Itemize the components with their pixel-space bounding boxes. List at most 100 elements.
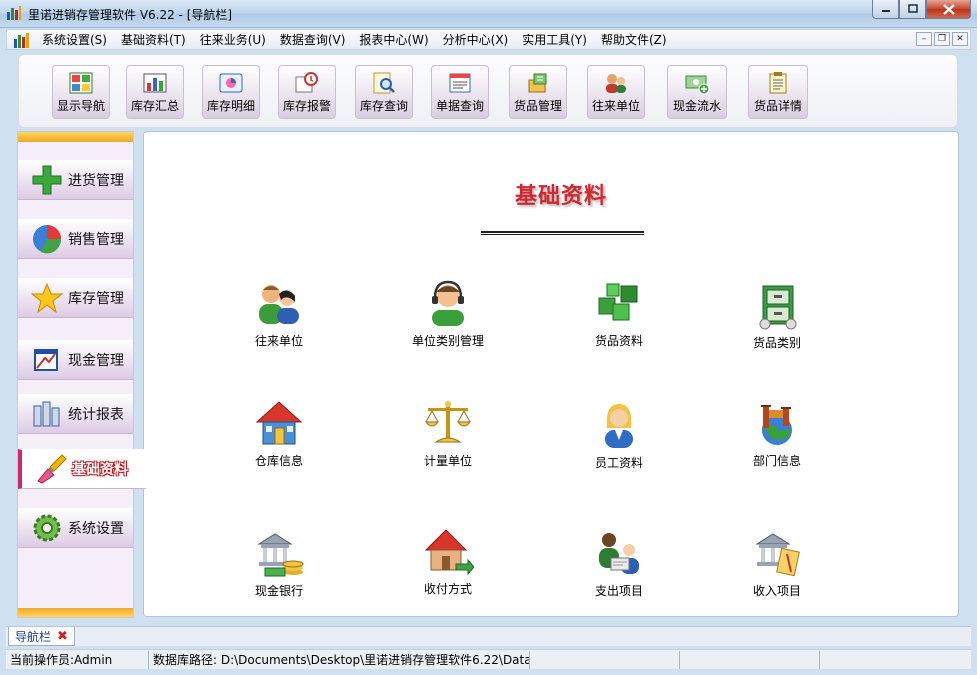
nav-item-basic-data[interactable]: 基础资料 xyxy=(18,449,146,489)
toolbar-label: 库存查询 xyxy=(359,99,408,113)
nav-item-reports[interactable]: 统计报表 xyxy=(18,394,133,434)
nav-item-label: 系统设置 xyxy=(68,521,124,537)
payment-people-icon xyxy=(599,533,639,574)
toolbar-show-navigation-button[interactable]: 显示导航 xyxy=(52,65,110,119)
toolbar-label: 显示导航 xyxy=(56,99,105,113)
cash-document-icon xyxy=(30,343,64,377)
feature-label: 往来单位 xyxy=(254,334,303,348)
female-staff-icon xyxy=(605,404,633,448)
menu-help[interactable]: 帮助文件(Z) xyxy=(594,31,674,48)
feature-label: 货品类别 xyxy=(752,336,801,350)
bank-document-icon xyxy=(755,533,800,577)
feature-label: 收付方式 xyxy=(423,582,472,596)
feature-department[interactable]: 部门信息 xyxy=(722,398,832,469)
mdi-minimize-button[interactable]: – xyxy=(916,32,932,46)
menu-report-center[interactable]: 报表中心(W) xyxy=(352,31,435,48)
close-button[interactable] xyxy=(926,0,971,19)
feature-label: 现金银行 xyxy=(254,584,303,598)
left-navigation: 进货管理 销售管理 库存管理 现金管理 统计报表 基础资料 系统设置 xyxy=(17,131,146,618)
tab-close-icon[interactable]: ✖ xyxy=(57,629,68,644)
toolbar-goods-management-button[interactable]: 货品管理 xyxy=(509,65,567,119)
feature-warehouse[interactable]: 仓库信息 xyxy=(224,398,334,469)
nav-item-cash[interactable]: 现金管理 xyxy=(18,340,133,380)
feature-unit-category[interactable]: 单位类别管理 xyxy=(393,278,503,349)
feature-contacts[interactable]: 往来单位 xyxy=(224,278,334,349)
filing-cabinet-icon xyxy=(759,285,797,330)
stock-detail-icon xyxy=(219,73,243,93)
toolbar-cash-flow-button[interactable]: 现金流水 xyxy=(667,65,727,119)
receipt-search-icon xyxy=(449,73,471,93)
document-tab-strip: 导航栏 ✖ xyxy=(6,626,971,646)
toolbar-stock-alarm-button[interactable]: 库存报警 xyxy=(278,65,336,119)
bank-coins-icon xyxy=(257,533,304,577)
title-bar: 里诺进销存管理软件 V6.22 - [导航栏] xyxy=(0,0,977,28)
status-database-path: 数据库路径: D:\Documents\Desktop\里诺进销存管理软件6.2… xyxy=(149,650,530,669)
bar-chart-icon xyxy=(143,73,167,93)
nav-item-purchase[interactable]: 进货管理 xyxy=(18,160,133,200)
title-divider xyxy=(481,231,644,235)
toolbar-goods-detail-button[interactable]: 货品详情 xyxy=(748,65,808,119)
headset-agent-icon xyxy=(432,280,464,326)
window-title: 里诺进销存管理软件 V6.22 - [导航栏] xyxy=(28,8,233,22)
toolbar-stock-summary-button[interactable]: 库存汇总 xyxy=(126,65,184,119)
nav-item-label: 库存管理 xyxy=(68,291,124,307)
feature-staff[interactable]: 员工资料 xyxy=(564,400,674,471)
balance-scale-icon xyxy=(424,401,472,443)
feature-label: 计量单位 xyxy=(423,454,472,468)
feature-measurement-unit[interactable]: 计量单位 xyxy=(393,398,503,469)
toolbar-label: 货品详情 xyxy=(753,99,802,113)
feature-label: 仓库信息 xyxy=(254,454,303,468)
toolbar-stock-detail-button[interactable]: 库存明细 xyxy=(202,65,260,119)
minimize-button[interactable] xyxy=(872,0,899,19)
feature-goods-data[interactable]: 货品资料 xyxy=(564,278,674,349)
menu-bar: 系统设置(S) 基础资料(T) 往来业务(U) 数据查询(V) 报表中心(W) … xyxy=(6,29,971,50)
toolbar-label: 库存报警 xyxy=(282,99,331,113)
feature-label: 支出项目 xyxy=(594,584,643,598)
feature-payment-method[interactable]: 收付方式 xyxy=(393,526,503,597)
feature-goods-category[interactable]: 货品类别 xyxy=(722,280,832,351)
toolbar-label: 库存明细 xyxy=(206,99,255,113)
mdi-restore-button[interactable]: ❐ xyxy=(934,32,950,46)
app-logo-icon xyxy=(7,6,21,20)
bar-columns-icon xyxy=(30,397,64,431)
feature-expense-items[interactable]: 支出项目 xyxy=(564,528,674,599)
pie-chart-icon xyxy=(30,222,64,256)
cash-flow-icon xyxy=(685,75,710,95)
contacts-icon xyxy=(606,74,626,93)
page-title: 基础资料 xyxy=(514,184,607,209)
feature-label: 部门信息 xyxy=(752,454,801,468)
menu-transactions[interactable]: 往来业务(U) xyxy=(193,31,273,48)
people-pair-icon xyxy=(259,285,299,324)
feature-label: 员工资料 xyxy=(594,456,643,470)
nav-item-sales[interactable]: 销售管理 xyxy=(18,219,133,259)
app-menu-icon[interactable] xyxy=(13,32,31,48)
menu-analysis-center[interactable]: 分析中心(X) xyxy=(436,31,516,48)
nav-item-label: 现金管理 xyxy=(68,353,124,369)
maximize-icon xyxy=(907,4,918,13)
house-icon xyxy=(255,401,303,445)
nav-item-label: 销售管理 xyxy=(68,232,124,248)
toolbar-label: 库存汇总 xyxy=(130,99,179,113)
toolbar-receipt-query-button[interactable]: 单据查询 xyxy=(431,65,489,119)
tab-navigation[interactable]: 导航栏 ✖ xyxy=(8,627,75,646)
goods-management-icon xyxy=(528,73,547,93)
toolbar: 显示导航 库存汇总 库存明细 库存报警 库存查询 单据查询 货品管理 往来单位 … xyxy=(18,54,958,128)
status-empty-1 xyxy=(530,650,680,669)
feature-income-items[interactable]: 收入项目 xyxy=(722,528,832,599)
menu-basic-data[interactable]: 基础资料(T) xyxy=(114,31,193,48)
menu-data-query[interactable]: 数据查询(V) xyxy=(273,31,353,48)
nav-bottom-strip xyxy=(18,608,133,617)
stock-alarm-icon xyxy=(295,72,318,93)
toolbar-stock-query-button[interactable]: 库存查询 xyxy=(355,65,413,119)
menu-utilities[interactable]: 实用工具(Y) xyxy=(515,31,594,48)
nav-item-system-settings[interactable]: 系统设置 xyxy=(18,508,133,548)
feature-cash-bank[interactable]: 现金银行 xyxy=(224,528,334,599)
menu-system-settings[interactable]: 系统设置(S) xyxy=(35,31,114,48)
nav-item-inventory[interactable]: 库存管理 xyxy=(18,278,133,318)
nav-item-label: 基础资料 xyxy=(72,462,128,478)
toolbar-contacts-button[interactable]: 往来单位 xyxy=(587,65,645,119)
mdi-close-button[interactable]: ✕ xyxy=(952,32,968,46)
red-house-arrow-icon xyxy=(424,529,474,576)
maximize-button[interactable] xyxy=(899,0,926,19)
nav-top-strip xyxy=(18,132,133,142)
